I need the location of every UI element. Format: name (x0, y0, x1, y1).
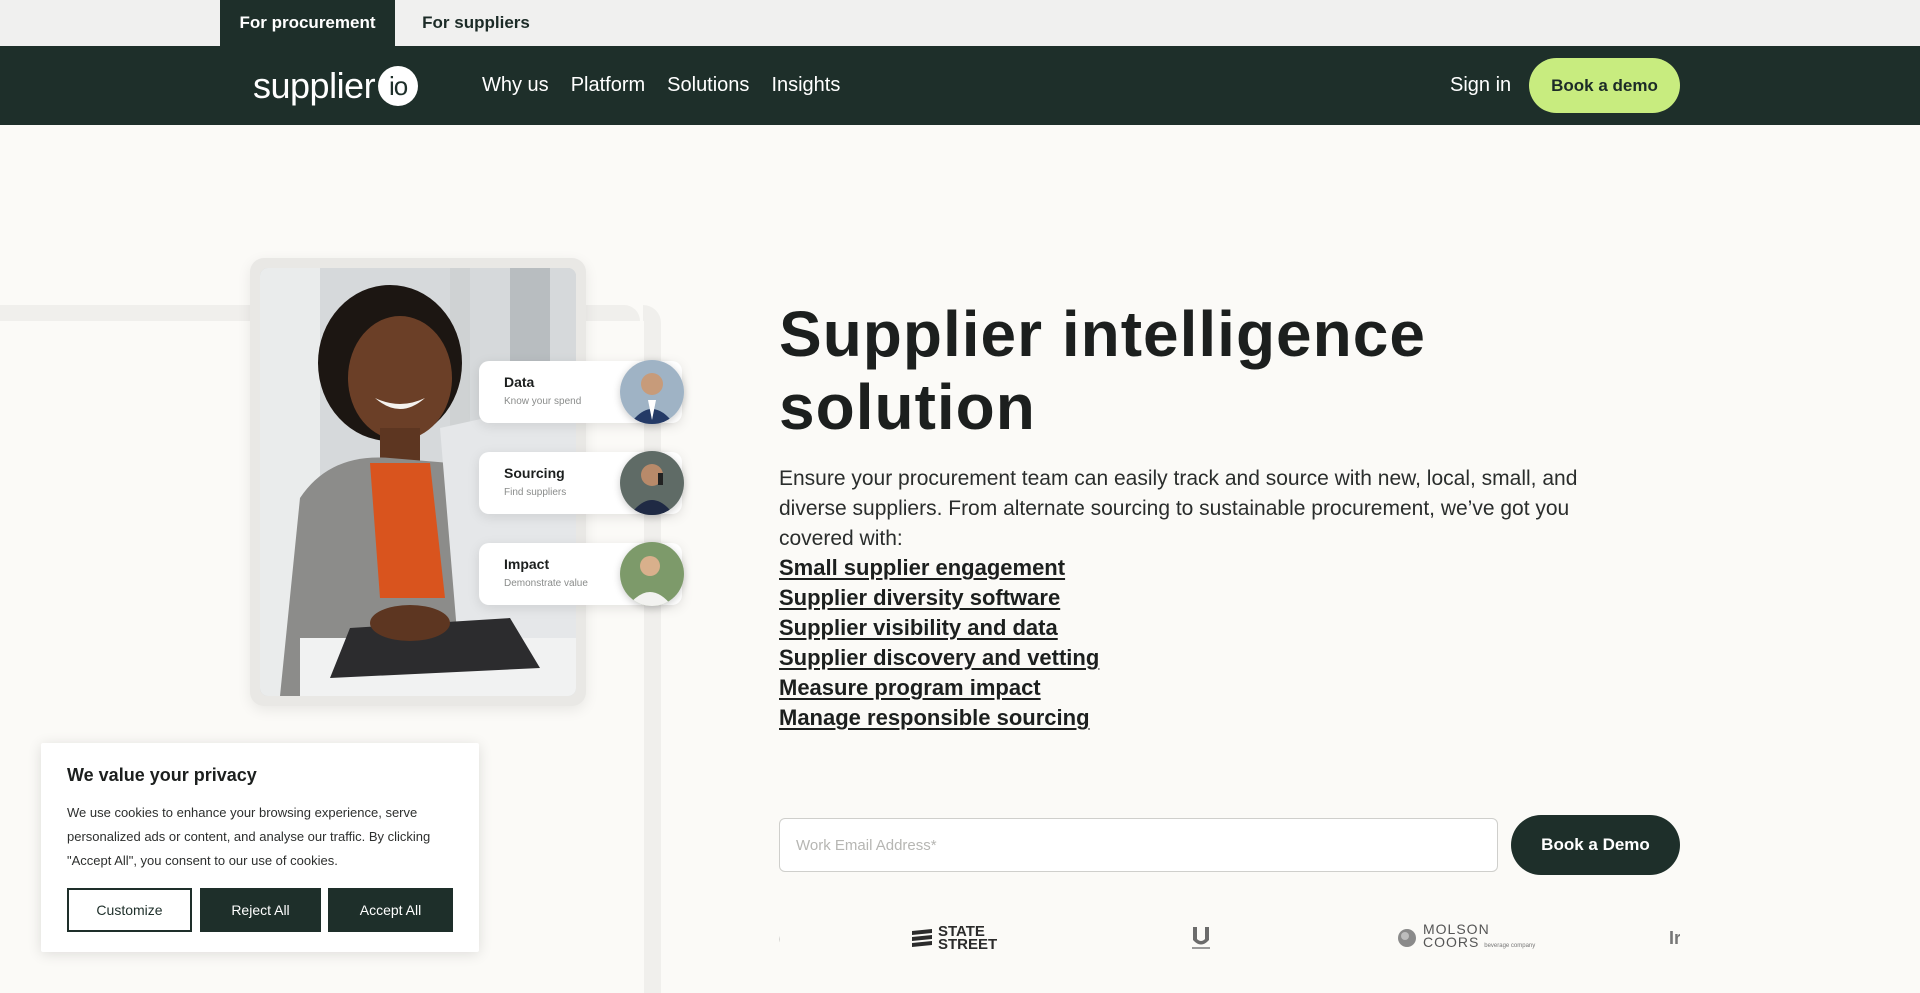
nav-why-us[interactable]: Why us (482, 74, 549, 97)
logo-text: supplier (253, 65, 376, 106)
sign-in-link[interactable]: Sign in (1450, 46, 1511, 125)
avatar (620, 542, 684, 606)
list-item: Supplier discovery and vetting (779, 645, 1099, 675)
list-item: Supplier visibility and data (779, 615, 1099, 645)
hero-title: Supplier intelligence solution (779, 298, 1426, 443)
nav-solutions[interactable]: Solutions (667, 74, 749, 97)
list-item: Manage responsible sourcing (779, 705, 1099, 735)
pill-subtitle: Know your spend (504, 396, 582, 407)
link-small-supplier-engagement[interactable]: Small supplier engagement (779, 555, 1065, 580)
unilever-logo (1190, 918, 1212, 958)
main-nav: Why us Platform Solutions Insights (482, 46, 840, 125)
state-street-logo: STATE STREET (910, 918, 997, 958)
pill-title: Data (504, 374, 535, 390)
pill-title: Sourcing (504, 465, 565, 481)
audience-bar: For procurement For suppliers (0, 0, 1920, 46)
avatar (620, 451, 684, 515)
cookie-customize-button[interactable]: Customize (67, 888, 192, 932)
logo-badge: io (378, 66, 419, 106)
nav-platform[interactable]: Platform (571, 74, 645, 97)
pill-subtitle: Find suppliers (504, 487, 567, 498)
nav-insights[interactable]: Insights (771, 74, 840, 97)
cookie-consent-banner: We value your privacy We use cookies to … (41, 743, 479, 952)
hero-description: Ensure your procurement team can easily … (779, 467, 1578, 550)
list-item: Supplier diversity software (779, 585, 1099, 615)
customer-logo-partial: ) (779, 918, 780, 958)
link-supplier-discovery-and-vetting[interactable]: Supplier discovery and vetting (779, 645, 1099, 670)
list-item: Small supplier engagement (779, 555, 1099, 585)
feature-pill-impact[interactable]: Impact Demonstrate value (479, 542, 684, 606)
tab-for-suppliers[interactable]: For suppliers (395, 0, 557, 46)
molson-coors-mark-icon (1398, 929, 1416, 947)
cookie-text: We use cookies to enhance your browsing … (67, 805, 431, 868)
work-email-input[interactable] (779, 818, 1498, 872)
feature-pill-sourcing[interactable]: Sourcing Find suppliers (479, 451, 684, 515)
cookie-accept-all-button[interactable]: Accept All (328, 888, 453, 932)
unilever-mark-icon (1192, 927, 1210, 949)
customer-logo-strip: ) STATESTREET MOLSONCOORS beverage compa… (779, 918, 1680, 958)
solution-links: Small supplier engagement Supplier diver… (779, 555, 1099, 735)
molson-sub: beverage company (1484, 943, 1536, 949)
link-supplier-diversity-software[interactable]: Supplier diversity software (779, 585, 1060, 610)
link-manage-responsible-sourcing[interactable]: Manage responsible sourcing (779, 705, 1090, 730)
molson-line-2: COORS beverage company (1423, 934, 1536, 950)
feature-pill-data[interactable]: Data Know your spend (479, 360, 684, 424)
book-a-demo-button[interactable]: Book a demo (1529, 58, 1680, 113)
pill-title: Impact (504, 556, 550, 572)
state-street-mark-icon (912, 929, 932, 947)
avatar (620, 360, 684, 424)
molson-coors-logo: MOLSON COORS beverage company (1397, 918, 1535, 958)
cookie-title: We value your privacy (67, 765, 257, 785)
customer-logo-partial: Ir (1669, 927, 1680, 948)
pill-subtitle: Demonstrate value (504, 578, 588, 589)
link-supplier-visibility-and-data[interactable]: Supplier visibility and data (779, 615, 1058, 640)
supplier-io-logo[interactable]: supplier io (253, 63, 419, 109)
state-street-line-2: STREET (938, 936, 998, 953)
tab-for-procurement[interactable]: For procurement (220, 0, 395, 46)
site-header: supplier io Why us Platform Solutions In… (0, 46, 1920, 125)
list-item: Measure program impact (779, 675, 1099, 705)
cookie-reject-all-button[interactable]: Reject All (200, 888, 321, 932)
book-a-demo-submit-button[interactable]: Book a Demo (1511, 815, 1680, 875)
link-measure-program-impact[interactable]: Measure program impact (779, 675, 1041, 700)
